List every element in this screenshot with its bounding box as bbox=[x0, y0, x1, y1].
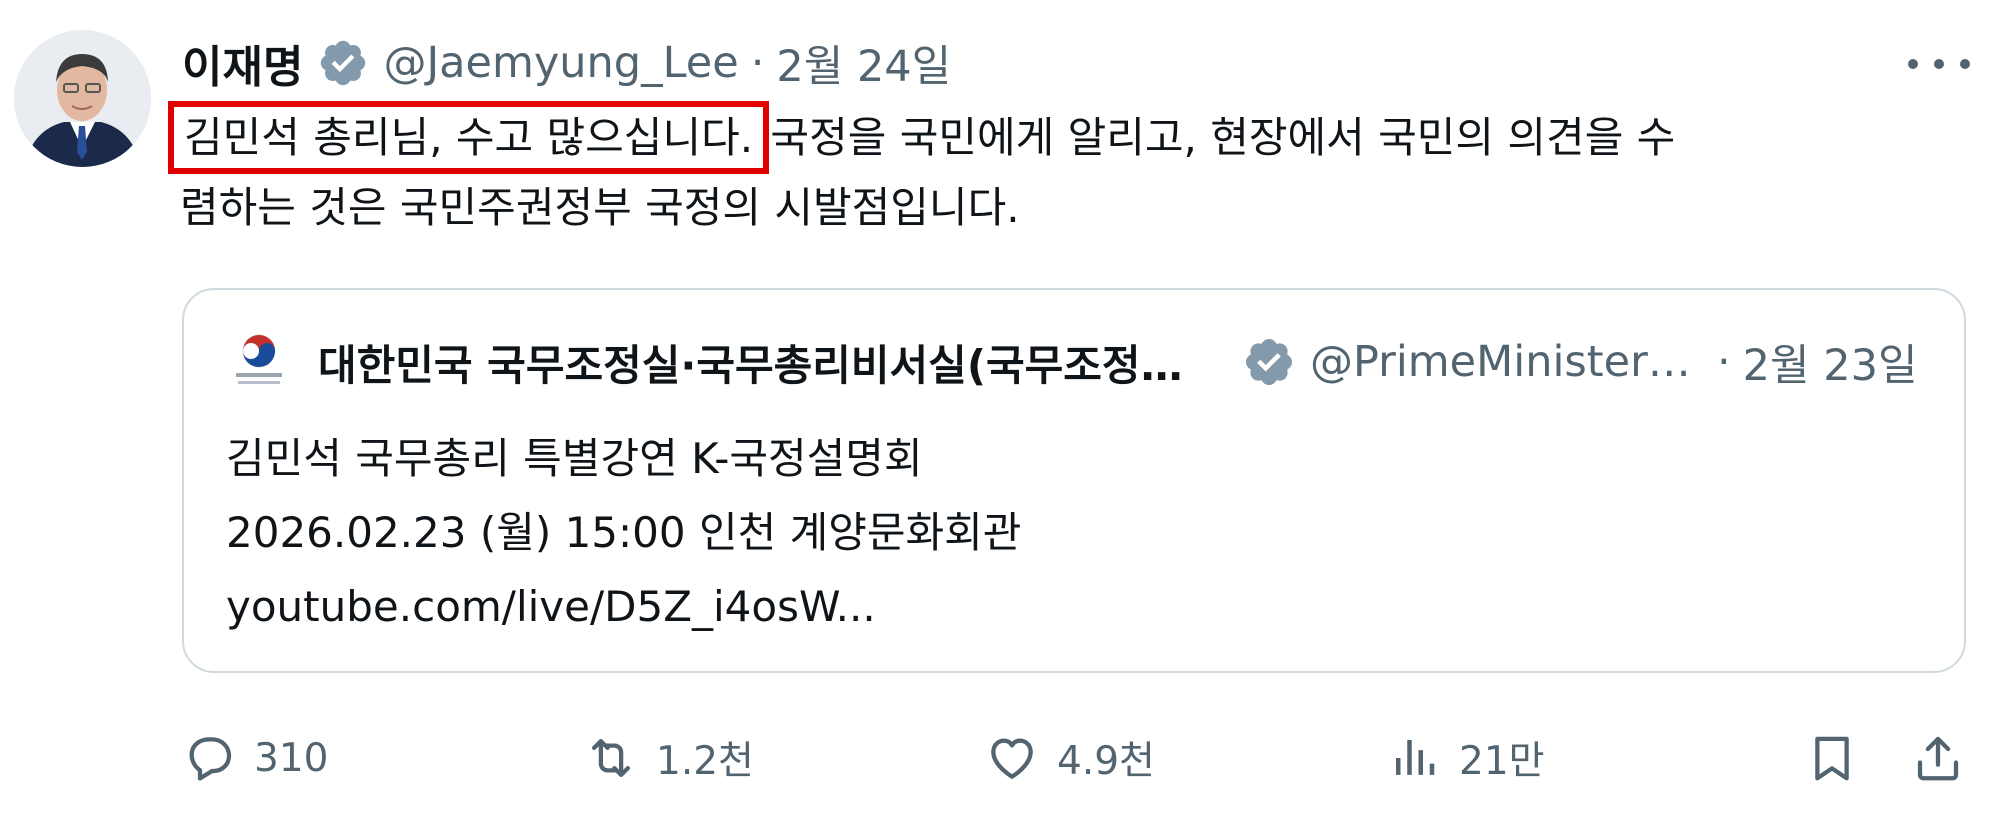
author-name[interactable]: 이재명 bbox=[182, 31, 303, 95]
bookmark-icon bbox=[1815, 736, 1849, 781]
quoted-tweet-date[interactable]: 2월 23일 bbox=[1743, 331, 1918, 393]
views-button[interactable]: 21만 bbox=[1387, 722, 1545, 794]
author-handle[interactable]: @Jaemyung_Lee bbox=[383, 38, 738, 88]
action-bar: 310 1.2천 4.9천 21만 bbox=[182, 722, 1972, 794]
reply-icon bbox=[189, 737, 232, 781]
tweet-header: 이재명 @Jaemyung_Lee · 2월 24일 bbox=[182, 28, 951, 98]
quoted-tweet[interactable]: 대한민국 국무조정실·국무총리비서실(국무조정실·국무총리비서실) @Prime… bbox=[182, 288, 1966, 673]
views-icon bbox=[1396, 740, 1435, 775]
tweet-text-line-2: 렴하는 것은 국민주권정부 국정의 시발점입니다. bbox=[180, 183, 1020, 232]
share-button[interactable] bbox=[1906, 726, 1970, 790]
quoted-line-1: 김민석 국무총리 특별강연 K-국정설명회 bbox=[226, 434, 923, 483]
quoted-verified-badge-icon[interactable] bbox=[1242, 335, 1296, 389]
like-button[interactable]: 4.9천 bbox=[985, 722, 1155, 794]
tweet-text: 김민석 총리님, 수고 많으십니다. 국정을 국민에게 알리고, 현장에서 국민… bbox=[167, 101, 1970, 243]
like-count: 4.9천 bbox=[1057, 739, 1155, 784]
author-avatar[interactable] bbox=[14, 30, 151, 167]
quoted-separator-dot: · bbox=[1717, 337, 1731, 387]
quoted-tweet-header: 대한민국 국무조정실·국무총리비서실(국무조정실·국무총리비서실) @Prime… bbox=[226, 330, 1918, 394]
heart-icon bbox=[991, 738, 1033, 779]
views-count: 21만 bbox=[1459, 739, 1545, 784]
quoted-line-2: 2026.02.23 (월) 15:00 인천 계양문화회관 bbox=[226, 508, 1022, 557]
tweet-date[interactable]: 2월 24일 bbox=[776, 32, 951, 94]
repost-icon bbox=[591, 738, 631, 778]
verified-badge-icon[interactable] bbox=[317, 37, 369, 89]
repost-button[interactable]: 1.2천 bbox=[584, 722, 754, 794]
government-logo-icon bbox=[226, 329, 292, 395]
reply-button[interactable]: 310 bbox=[182, 722, 328, 794]
reply-count: 310 bbox=[254, 735, 329, 781]
repost-count: 1.2천 bbox=[656, 739, 754, 784]
tweet-text-line-1: 김민석 총리님, 수고 많으십니다. 국정을 국민에게 알리고, 현장에서 국민… bbox=[167, 101, 1970, 174]
separator-dot: · bbox=[750, 38, 765, 88]
tweet-text-rest: 국정을 국민에게 알리고, 현장에서 국민의 의견을 수 bbox=[757, 113, 1676, 162]
bookmark-button[interactable] bbox=[1800, 726, 1864, 790]
quoted-author-name[interactable]: 대한민국 국무조정실·국무총리비서실(국무조정실·국무총리비서실) bbox=[318, 332, 1198, 393]
share-icon bbox=[1917, 736, 1959, 781]
quoted-tweet-body: 김민석 국무총리 특별강연 K-국정설명회 2026.02.23 (월) 15:… bbox=[226, 422, 1021, 644]
quoted-link[interactable]: youtube.com/live/D5Z_i4osW... bbox=[226, 570, 1021, 644]
avatar-portrait bbox=[14, 30, 151, 167]
more-icon[interactable] bbox=[1908, 52, 1970, 76]
quoted-author-handle[interactable]: @PrimeMinisterKR bbox=[1310, 337, 1705, 387]
highlighted-text: 김민석 총리님, 수고 많으십니다. bbox=[167, 101, 770, 174]
